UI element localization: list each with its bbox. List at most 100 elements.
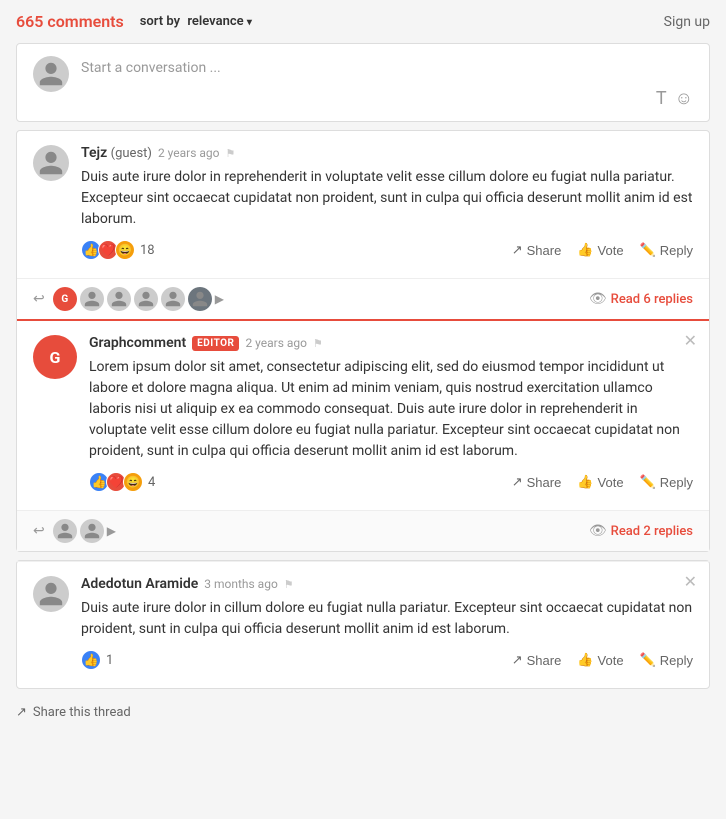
tejz-reactions-left: 👍 ❤️ 😄 18 [81, 240, 155, 260]
adedotun-avatar [33, 576, 69, 612]
tejz-reply-button[interactable]: ✏️ Reply [640, 242, 693, 258]
graphcomment-reply: G Graphcomment EDITOR 2 years ago ⚑ Lore… [17, 319, 709, 510]
gc-reply-button[interactable]: ✏️ Reply [640, 474, 693, 490]
comment-thread-tejz: Tejz (guest) 2 years ago ⚑ Duis aute iru… [16, 130, 710, 552]
adedotun-actions: ↗ Share 👍 Vote ✏️ Reply [512, 652, 693, 668]
gc-vote-icon: 👍 [577, 474, 593, 490]
sort-arrow-icon[interactable]: ▾ [247, 17, 252, 28]
share-thread-label: Share this thread [33, 705, 131, 720]
share-thread-icon: ↗ [16, 705, 27, 720]
adedotun-reply-icon: ✏️ [640, 652, 656, 668]
graphcomment-reactions-left: 👍 ❤️ 😄 4 [89, 472, 155, 492]
new-comment-toolbar: T ☺ [81, 88, 693, 109]
close-graphcomment-button[interactable]: ✕ [684, 331, 697, 350]
adedotun-flag-icon[interactable]: ⚑ [284, 578, 294, 591]
adedotun-author: Adedotun Aramide [81, 576, 198, 592]
eye-icon: 👁 [589, 291, 607, 307]
adedotun-vote-button[interactable]: 👍 Vote [577, 652, 623, 668]
comments-count: 665 comments [16, 12, 124, 31]
tejz-actions: ↗ Share 👍 Vote ✏️ Reply [512, 242, 693, 258]
tejz-reply-arrow-icon[interactable]: ↩ [33, 291, 45, 307]
gc-eye-icon: 👁 [589, 523, 607, 539]
tejz-share-button[interactable]: ↗ Share [512, 242, 562, 258]
adedotun-reaction-icons: 👍 [81, 650, 98, 670]
tejz-reply-avatars: G ▶ [53, 287, 224, 311]
tejz-reaction-count: 18 [140, 243, 155, 258]
comment-top-tejz: Tejz (guest) 2 years ago ⚑ Duis aute iru… [17, 131, 709, 278]
new-comment-placeholder[interactable]: Start a conversation ... [81, 56, 693, 80]
adedotun-reactions-left: 👍 1 [81, 650, 113, 670]
tejz-reaction-icons: 👍 ❤️ 😄 [81, 240, 132, 260]
more-replies-icon[interactable]: ▶ [215, 292, 224, 306]
new-comment-box: Start a conversation ... T ☺ [16, 43, 710, 122]
reply-avatar-1 [80, 287, 104, 311]
tejz-read-replies-button[interactable]: 👁 Read 6 replies [589, 291, 693, 307]
current-user-avatar [33, 56, 69, 92]
tejz-comment-text: Duis aute irure dolor in reprehenderit i… [81, 167, 693, 230]
graphcomment-avatar: G [33, 335, 77, 379]
tejz-reactions-row: 👍 ❤️ 😄 18 ↗ Share 👍 Vote [81, 240, 693, 268]
adedotun-reply-button[interactable]: ✏️ Reply [640, 652, 693, 668]
graphcomment-reactions-row: 👍 ❤️ 😄 4 ↗ Share 👍 Vote [89, 472, 693, 500]
vote-icon: 👍 [577, 242, 593, 258]
text-format-icon[interactable]: T [656, 88, 667, 109]
gc-funny-reaction: 😄 [123, 472, 143, 492]
adedotun-text: Duis aute irure dolor in cillum dolore e… [81, 598, 693, 640]
graphcomment-meta: Graphcomment EDITOR 2 years ago ⚑ [89, 335, 693, 351]
sign-up-button[interactable]: Sign up [664, 14, 710, 30]
reply-avatar-gc: G [53, 287, 77, 311]
adedotun-reactions-row: 👍 1 ↗ Share 👍 Vote [81, 650, 693, 678]
emoji-icon[interactable]: ☺ [675, 88, 693, 109]
share-thread[interactable]: ↗ Share this thread [16, 697, 710, 728]
reply-avatar-2 [107, 287, 131, 311]
gc-read-replies-button[interactable]: 👁 Read 2 replies [589, 523, 693, 539]
graphcomment-reaction-count: 4 [148, 475, 155, 490]
editor-badge: EDITOR [192, 336, 239, 351]
tejz-author: Tejz (guest) [81, 145, 152, 161]
gc-share-button[interactable]: ↗ Share [512, 474, 562, 490]
graphcomment-text: Lorem ipsum dolor sit amet, consectetur … [89, 357, 693, 462]
share-icon: ↗ [512, 242, 523, 258]
tejz-meta: Tejz (guest) 2 years ago ⚑ [81, 145, 693, 161]
graphcomment-time: 2 years ago [245, 336, 307, 350]
adedotun-like-reaction: 👍 [81, 650, 101, 670]
adedotun-body: Adedotun Aramide 3 months ago ⚑ Duis aut… [81, 576, 693, 678]
close-adedotun-button[interactable]: ✕ [684, 572, 697, 591]
gc-share-icon: ↗ [512, 474, 523, 490]
comments-header: 665 comments sort by relevance ▾ Sign up [16, 12, 710, 31]
reply-avatar-5 [188, 287, 212, 311]
comment-thread-adedotun: Adedotun Aramide 3 months ago ⚑ Duis aut… [16, 560, 710, 689]
tejz-avatar [33, 145, 69, 181]
sort-by: sort by relevance ▾ [140, 14, 252, 29]
gc-replies-bar: ↩ ▶ 👁 Read 2 replies [17, 510, 709, 551]
gc-more-replies-icon[interactable]: ▶ [107, 524, 116, 538]
graphcomment-body: Graphcomment EDITOR 2 years ago ⚑ Lorem … [89, 335, 693, 500]
tejz-vote-button[interactable]: 👍 Vote [577, 242, 623, 258]
graphcomment-reaction-icons: 👍 ❤️ 😄 [89, 472, 140, 492]
tejz-replies-bar: ↩ G ▶ 👁 Read 6 replies [17, 278, 709, 319]
adedotun-comment: Adedotun Aramide 3 months ago ⚑ Duis aut… [17, 561, 709, 688]
reply-icon: ✏️ [640, 242, 656, 258]
new-comment-content[interactable]: Start a conversation ... T ☺ [81, 56, 693, 109]
adedotun-vote-icon: 👍 [577, 652, 593, 668]
gc-reply-icon: ✏️ [640, 474, 656, 490]
adedotun-time: 3 months ago [204, 577, 278, 591]
reply-avatar-4 [161, 287, 185, 311]
adedotun-reaction-count: 1 [106, 653, 113, 668]
adedotun-share-button[interactable]: ↗ Share [512, 652, 562, 668]
gc-reply-avatars: ▶ [53, 519, 116, 543]
gc-vote-button[interactable]: 👍 Vote [577, 474, 623, 490]
funny-reaction: 😄 [115, 240, 135, 260]
graphcomment-actions: ↗ Share 👍 Vote ✏️ Reply [512, 474, 693, 490]
graphcomment-author: Graphcomment [89, 335, 186, 351]
gc-reply-arrow-icon[interactable]: ↩ [33, 523, 45, 539]
tejz-comment-body: Tejz (guest) 2 years ago ⚑ Duis aute iru… [81, 145, 693, 268]
adedotun-meta: Adedotun Aramide 3 months ago ⚑ [81, 576, 693, 592]
adedotun-share-icon: ↗ [512, 652, 523, 668]
tejz-time: 2 years ago [158, 146, 220, 160]
gc-reply-avatar-2 [80, 519, 104, 543]
reply-avatar-3 [134, 287, 158, 311]
graphcomment-flag-icon[interactable]: ⚑ [313, 337, 323, 350]
gc-reply-avatar-1 [53, 519, 77, 543]
tejz-flag-icon[interactable]: ⚑ [226, 147, 236, 160]
